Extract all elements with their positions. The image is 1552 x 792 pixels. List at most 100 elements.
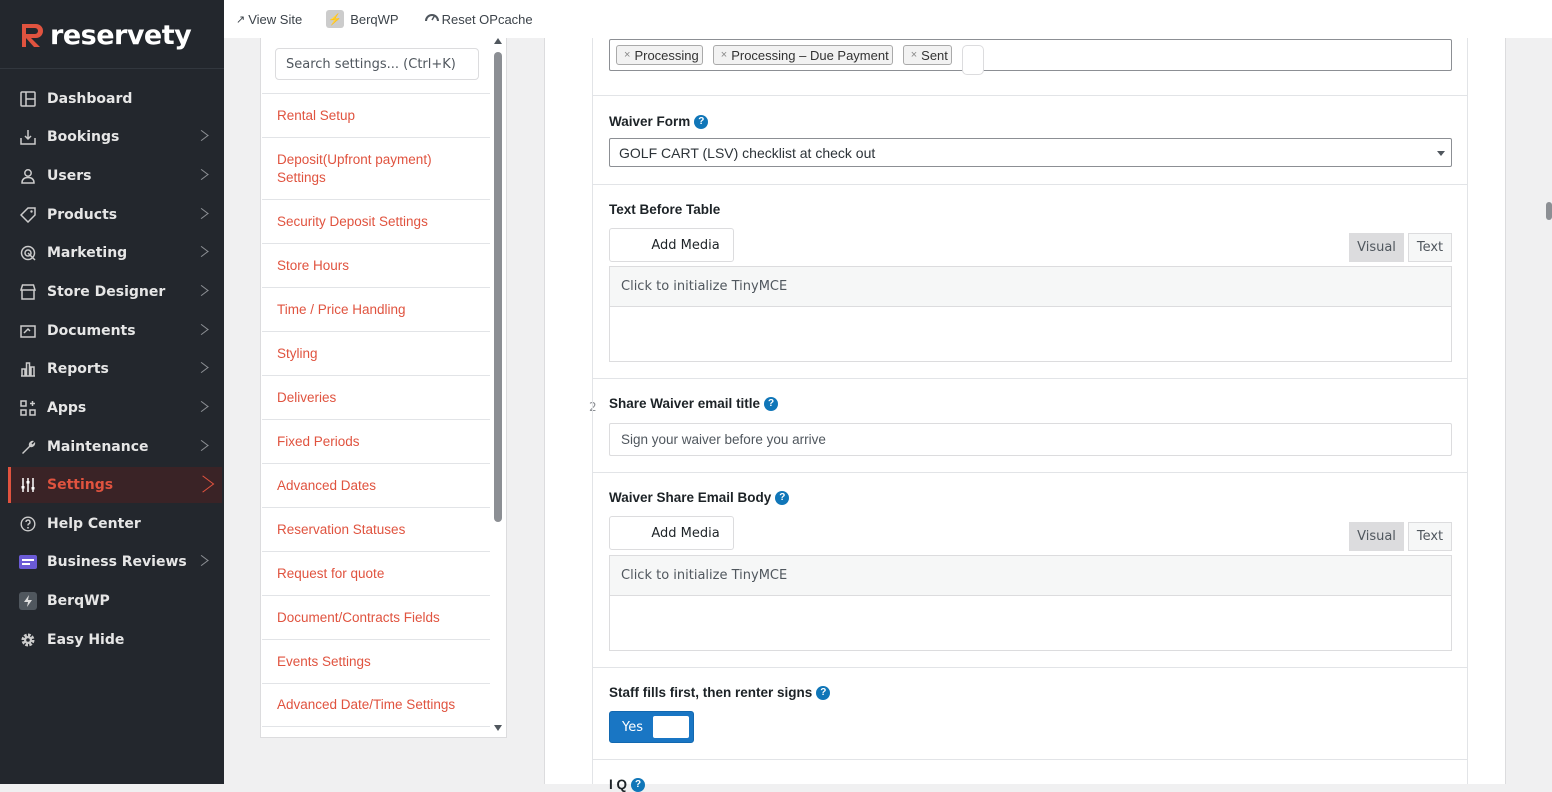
settings-nav-item[interactable]: Security Deposit Settings [262,199,490,243]
tinymce-init-bar[interactable]: Click to initialize TinyMCE [609,555,1452,596]
chevron-right-icon [194,440,209,451]
logo[interactable]: reservety [22,18,192,52]
sidebar-item-maintenance[interactable]: Maintenance [8,429,222,465]
status-multiselect[interactable]: × Processing × Processing – Due Payment × S… [609,39,1452,75]
editor-textarea[interactable] [609,595,1452,651]
sidebar-item-reports[interactable]: Reports [8,351,222,387]
status-tag: × Processing [616,45,703,65]
sidebar-item-apps[interactable]: Apps [8,390,222,426]
next-field: I Q? [593,760,1467,792]
remove-tag-icon[interactable]: × [624,49,630,61]
sidebar-item-label: Apps [47,400,87,416]
help-icon[interactable]: ? [816,685,831,700]
brand-name: reservety [50,19,192,51]
chevron-right-icon [194,285,209,296]
sidebar-item-easy-hide[interactable]: Easy Hide [8,622,222,658]
page-scrollbar[interactable] [1546,202,1552,220]
settings-nav-item[interactable]: Store Hours [262,243,490,287]
sidebar-item-label: Store Designer [47,284,166,300]
sidebar-item-label: Products [47,207,118,223]
scroll-down-arrow-icon[interactable] [494,725,502,731]
settings-nav-item[interactable]: Advanced Dates [262,463,490,507]
help-icon [19,515,37,533]
help-icon[interactable]: ? [694,114,709,129]
waiver-form-field: Waiver Form? GOLF CART (LSV) checklist a… [593,96,1467,185]
settings-nav-item[interactable]: Events Settings [262,639,490,683]
berqwp-icon [19,592,37,610]
chevron-right-icon [194,362,209,373]
chevron-right-icon [194,324,209,335]
view-site-link[interactable]: ↗ View Site [236,12,302,27]
sidebar-item-dashboard[interactable]: Dashboard [8,81,222,117]
sidebar-item-users[interactable]: Users [8,158,222,194]
editor-textarea[interactable] [609,306,1452,362]
settings-nav-item[interactable]: Request for quote [262,551,490,595]
sidebar-item-label: Reports [47,361,109,377]
admin-topbar: ↗ View Site ⚡ BerqWP Reset OPcache [224,0,1552,38]
staff-fills-field: Staff fills first, then renter signs? Ye… [593,668,1467,760]
help-icon[interactable]: ? [764,396,779,411]
main-content: 2 × Processing × Processing – Due Payment … [527,38,1527,792]
add-media-button[interactable]: Add Media [609,228,734,262]
berqwp-link[interactable]: ⚡ BerqWP [326,10,399,28]
sidebar-item-products[interactable]: Products [8,197,222,233]
settings-nav-item[interactable]: Advanced Date/Time Settings [262,683,490,727]
visual-tab[interactable]: Visual [1349,522,1404,551]
tag-input[interactable] [961,45,984,75]
wrench-icon [19,438,37,456]
settings-nav-item[interactable]: Styling [262,331,490,375]
field-label: Share Waiver email title? [609,396,779,411]
settings-nav-item[interactable]: Document/Contracts Fields [262,595,490,639]
add-media-button[interactable]: Add Media [609,516,734,550]
sidebar-item-business-reviews[interactable]: Business Reviews [8,544,222,580]
status-tag: × Sent [902,45,952,65]
sidebar-item-label: Bookings [47,129,120,145]
settings-search-input[interactable]: Search settings... (Ctrl+K) [275,48,479,80]
sliders-icon [19,476,37,494]
sidebar-item-label: Settings [47,477,114,493]
sidebar-item-help-center[interactable]: Help Center [8,506,222,542]
store-icon [19,283,37,301]
share-title-input[interactable]: Sign your waiver before you arrive [609,423,1452,456]
staff-fills-toggle[interactable]: Yes [609,711,694,743]
settings-nav-item[interactable]: Rental Setup [262,93,490,137]
chevron-right-icon [194,401,209,412]
settings-panel: 2 × Processing × Processing – Due Payment … [544,38,1506,792]
sidebar-item-bookings[interactable]: Bookings [8,119,222,155]
reset-opcache-link[interactable]: Reset OPcache [424,8,533,27]
scrollbar[interactable] [494,52,502,522]
visual-tab[interactable]: Visual [1349,233,1404,262]
settings-nav-item[interactable]: Reservation Statuses [262,507,490,551]
sidebar-item-documents[interactable]: Documents [8,313,222,349]
sidebar-item-label: Users [47,168,92,184]
remove-tag-icon[interactable]: × [721,49,727,61]
sidebar-item-store-designer[interactable]: Store Designer [8,274,222,310]
sidebar-item-settings[interactable]: Settings [8,467,222,503]
settings-nav-item[interactable]: Fixed Periods [262,419,490,463]
sidebar-item-berqwp[interactable]: BerqWP [8,583,222,619]
chevron-right-icon [191,475,215,493]
sidebar-item-marketing[interactable]: Marketing [8,235,222,271]
settings-nav: Search settings... (Ctrl+K) Rental Setup… [260,38,507,738]
tinymce-init-bar[interactable]: Click to initialize TinyMCE [609,266,1452,307]
sidebar-item-label: Dashboard [47,91,133,107]
scroll-up-arrow-icon[interactable] [494,38,502,44]
settings-nav-item[interactable]: Deliveries [262,375,490,419]
apps-icon [19,399,37,417]
text-tab[interactable]: Text [1408,233,1452,262]
field-label: I Q? [609,777,646,792]
tag-icon [19,206,37,224]
admin-sidebar: reservety Dashboard Bookings Users Produ… [0,0,224,784]
remove-tag-icon[interactable]: × [911,49,917,61]
field-label: Waiver Form? [609,114,709,129]
help-icon[interactable]: ? [775,490,790,505]
settings-nav-item[interactable]: Deposit(Upfront payment) Settings [262,137,490,199]
settings-nav-item[interactable]: Time / Price Handling [262,287,490,331]
text-tab[interactable]: Text [1408,522,1452,551]
text-before-table-field: Text Before Table Add Media Visual Text … [593,185,1467,379]
sidebar-item-label: Maintenance [47,439,149,455]
toggle-knob [653,716,689,738]
share-title-field: Share Waiver email title? Sign your waiv… [593,379,1467,473]
waiver-form-select[interactable]: GOLF CART (LSV) checklist at check out [609,138,1452,167]
help-icon[interactable]: ? [631,777,646,792]
